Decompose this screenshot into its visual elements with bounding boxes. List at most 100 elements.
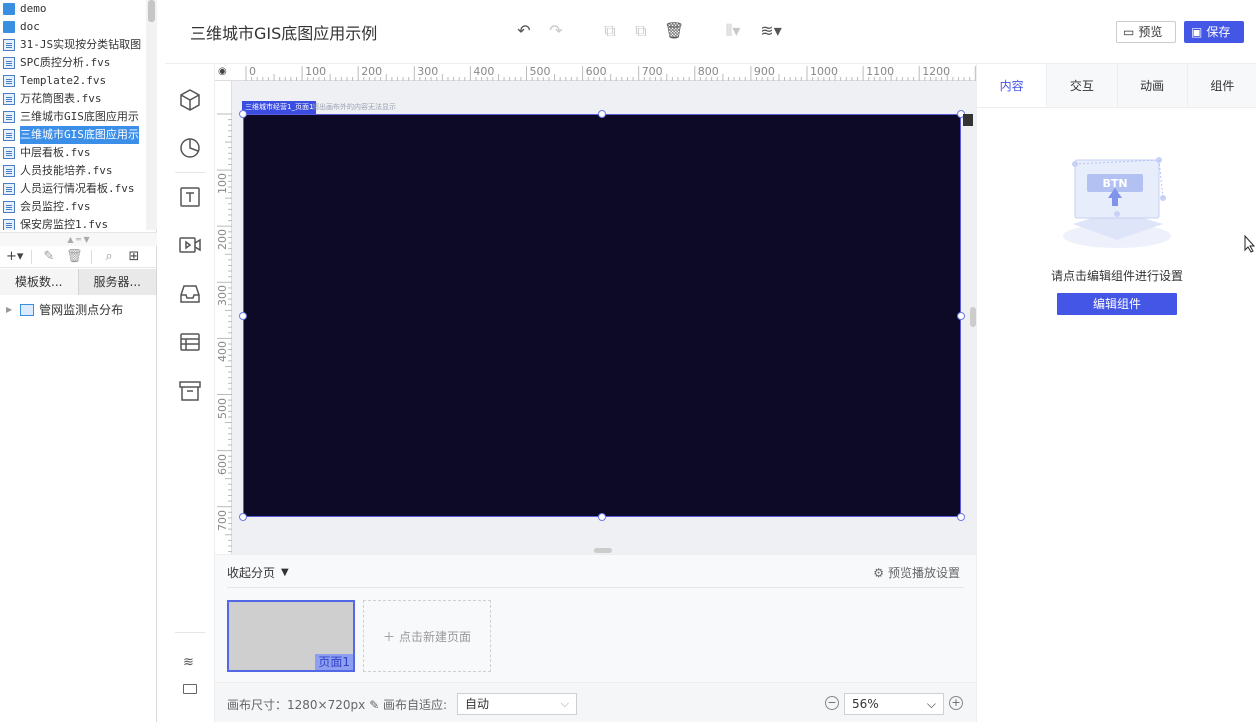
- file-item[interactable]: 保安房监控1.fvs: [0, 216, 146, 230]
- zoom-in-icon[interactable]: +: [949, 696, 963, 710]
- file-item-label: 会员监控.fvs: [20, 200, 91, 213]
- ruler-left-ticks: [217, 113, 232, 553]
- file-item[interactable]: doc: [0, 18, 146, 36]
- file-item-label: 人员运行情况看板.fvs: [20, 182, 135, 195]
- eye-icon[interactable]: ◉: [218, 67, 230, 77]
- canvas-fit-select[interactable]: 自动 ⌵: [457, 693, 577, 715]
- resize-handle-tl[interactable]: [239, 110, 247, 118]
- bar-separator: [175, 172, 205, 173]
- ruler-top-label: 600: [585, 65, 607, 78]
- status-bar: 画布尺寸：1280×720px ✎ 画布自适应: 自动 ⌵ − 56% ⌵ +: [215, 682, 976, 722]
- file-icon: [3, 183, 15, 195]
- preview-settings-button[interactable]: ⚙ 预览播放设置: [873, 564, 960, 581]
- file-list-scrollbar[interactable]: [146, 0, 157, 230]
- resize-handle-left[interactable]: [239, 312, 247, 320]
- tab-animation[interactable]: 动画: [1116, 64, 1187, 107]
- undo-icon[interactable]: ↶: [515, 22, 533, 40]
- align-icon[interactable]: ⫴▾: [721, 22, 745, 40]
- preview-button[interactable]: ▭ 预览: [1116, 21, 1176, 43]
- file-item[interactable]: 人员技能培养.fvs: [0, 162, 146, 180]
- locate-icon[interactable]: ⊞: [126, 249, 142, 265]
- expand-arrow-icon[interactable]: ▶: [6, 305, 12, 314]
- properties-tabs: 内容 交互 动画 组件: [977, 64, 1256, 108]
- save-icon: ▣: [1191, 25, 1203, 39]
- pie-chart-icon[interactable]: [178, 136, 202, 160]
- resize-handle-top[interactable]: [598, 110, 606, 118]
- resize-handle-bl[interactable]: [239, 513, 247, 521]
- scrollbar-thumb[interactable]: [148, 0, 155, 22]
- layers-icon[interactable]: ≋: [183, 656, 197, 670]
- file-item[interactable]: demo: [0, 0, 146, 18]
- file-item[interactable]: 31-JS实现按分类钻取图: [0, 36, 146, 54]
- canvas-area[interactable]: 0 100 200 300 400 500 600 700 800 900 1000 1100 1200…: [215, 64, 976, 554]
- collapse-pages-toggle[interactable]: 收起分页 ▼: [227, 564, 289, 581]
- lock-icon[interactable]: [963, 114, 973, 126]
- copy-icon[interactable]: ⧉: [601, 22, 619, 40]
- table-icon[interactable]: [178, 330, 202, 354]
- zoom-out-icon[interactable]: −: [825, 696, 839, 710]
- zoom-select[interactable]: 56% ⌵: [844, 693, 944, 715]
- ruler-left-label: 100: [216, 173, 229, 195]
- dashboard-screen[interactable]: [243, 114, 961, 517]
- file-item[interactable]: 万花筒图表.fvs: [0, 90, 146, 108]
- resize-handle-right[interactable]: [957, 312, 965, 320]
- new-page-button[interactable]: ＋ 点击新建页面: [363, 600, 491, 672]
- archive-icon[interactable]: [178, 379, 202, 403]
- delete-icon[interactable]: 🗑: [66, 249, 83, 265]
- file-item[interactable]: 三维城市GIS底图应用示: [0, 126, 146, 144]
- ruler-top: 0 100 200 300 400 500 600 700 800 900 1000 1100 1200: [215, 64, 976, 81]
- file-icon: [3, 129, 15, 141]
- ruler-top-label: 0: [249, 65, 256, 78]
- ruler-top-label: 100: [305, 65, 327, 78]
- file-item[interactable]: 会员监控.fvs: [0, 198, 146, 216]
- file-icon: [3, 165, 15, 177]
- panel-splitter[interactable]: ▲ ═ ▼: [0, 232, 157, 246]
- file-icon: [3, 93, 15, 105]
- file-item[interactable]: Template2.fvs: [0, 72, 146, 90]
- tab-content[interactable]: 内容: [977, 64, 1047, 107]
- inbox-icon[interactable]: [178, 282, 202, 306]
- ruler-top-label: 700: [641, 65, 663, 78]
- file-item[interactable]: 三维城市GIS底图应用示: [0, 108, 146, 126]
- tree-node[interactable]: ▶ 管网监测点分布: [6, 301, 123, 318]
- chevron-down-icon: ⌵: [560, 697, 569, 710]
- tab-interaction[interactable]: 交互: [1046, 64, 1117, 107]
- pages-panel: 收起分页 ▼ ⚙ 预览播放设置 页面1 ＋ 点击新建页面: [215, 554, 976, 682]
- page-thumbnail[interactable]: 页面1: [227, 600, 355, 672]
- splitter-grip-icon: ▲ ═ ▼: [67, 235, 90, 244]
- file-item-label: 保安房监控1.fvs: [20, 218, 109, 230]
- file-icon: [3, 57, 15, 69]
- tree-node-label: 管网监测点分布: [39, 303, 124, 317]
- file-item[interactable]: SPC质控分析.fvs: [0, 54, 146, 72]
- canvas-fit-value: 自动: [465, 697, 490, 711]
- canvas-horizontal-scrollbar[interactable]: [594, 548, 612, 553]
- tab-templates[interactable]: 模板数...: [0, 269, 79, 295]
- file-icon: [3, 111, 15, 123]
- file-icon: [3, 75, 15, 87]
- file-tree-panel: demo doc 31-JS实现按分类钻取图 SPC质控分析.fvs Template2…: [0, 0, 157, 722]
- empty-state-illustration-icon: BTN: [1063, 157, 1171, 248]
- resize-handle-bottom[interactable]: [598, 513, 606, 521]
- redo-icon[interactable]: ↷: [547, 22, 565, 40]
- edit-icon[interactable]: ✎: [41, 249, 57, 265]
- text-icon[interactable]: [178, 185, 202, 209]
- trash-icon[interactable]: 🗑: [664, 22, 684, 40]
- add-icon[interactable]: +▾: [6, 249, 23, 265]
- paste-icon[interactable]: ⧉: [632, 22, 650, 40]
- file-item[interactable]: 人员运行情况看板.fvs: [0, 180, 146, 198]
- pencil-icon[interactable]: ✎: [369, 698, 379, 712]
- tab-server[interactable]: 服务器...: [78, 269, 157, 295]
- bar-separator: [175, 632, 205, 633]
- media-icon[interactable]: [178, 233, 202, 257]
- file-item[interactable]: 中层看板.fvs: [0, 144, 146, 162]
- ruler-left-label: 700: [216, 509, 229, 531]
- keyboard-icon[interactable]: [183, 684, 197, 694]
- layer-order-icon[interactable]: ≋▾: [759, 22, 783, 40]
- edit-component-button[interactable]: 编辑组件: [1057, 293, 1177, 315]
- save-button[interactable]: ▣ 保存: [1184, 21, 1244, 43]
- search-file-icon[interactable]: ⌕: [101, 249, 117, 265]
- tab-component[interactable]: 组件: [1186, 64, 1256, 107]
- 3d-cube-icon[interactable]: [178, 88, 202, 112]
- resize-handle-br[interactable]: [957, 513, 965, 521]
- properties-panel: 内容 交互 动画 组件 BTN 请点击编辑组件进行设置 编辑组件: [976, 64, 1256, 722]
